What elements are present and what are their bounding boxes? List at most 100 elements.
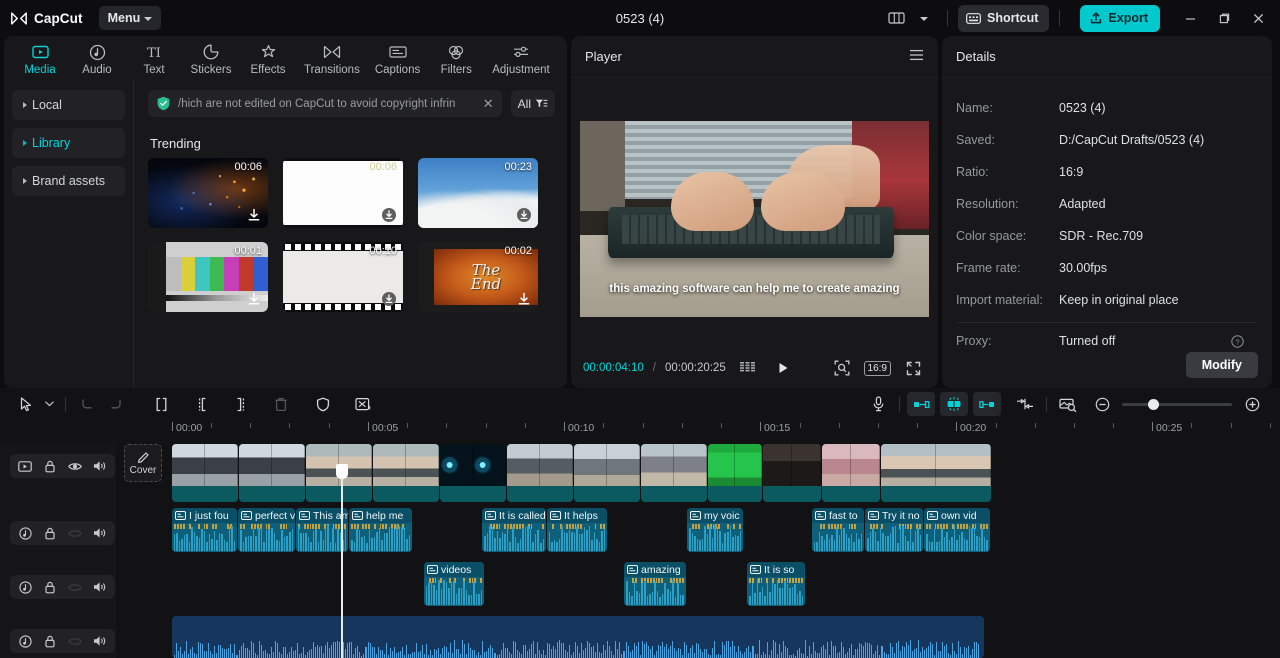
auto-cut-button[interactable] xyxy=(349,392,377,416)
download-icon[interactable] xyxy=(381,207,397,223)
download-icon[interactable] xyxy=(246,207,262,223)
zoom-in-button[interactable] xyxy=(1238,392,1266,416)
eye-icon[interactable] xyxy=(63,577,87,597)
caption-audio-clip[interactable]: own vid xyxy=(924,508,990,552)
search-input[interactable]: /hich are not edited on CapCut to avoid … xyxy=(148,90,502,117)
audio-track-icon[interactable] xyxy=(13,577,37,597)
menu-button[interactable]: Menu xyxy=(98,6,162,30)
select-tool[interactable] xyxy=(12,392,40,416)
tab-transitions[interactable]: Transitions xyxy=(297,41,367,76)
split-button[interactable] xyxy=(147,392,175,416)
timeline-ruler[interactable]: 00:00 00:05 00:10 00:15 00:20 00:25 xyxy=(0,420,1280,442)
cover-button[interactable]: Cover xyxy=(124,444,162,482)
layout-button[interactable] xyxy=(883,5,909,31)
export-button[interactable]: Export xyxy=(1080,4,1160,32)
caption-audio-clip[interactable]: perfect v xyxy=(238,508,295,552)
crop-button[interactable] xyxy=(829,355,855,381)
layout-dropdown[interactable] xyxy=(911,5,937,31)
video-track-icon[interactable] xyxy=(13,456,37,476)
media-card[interactable]: 00:01 xyxy=(148,242,268,312)
video-clip[interactable] xyxy=(763,444,821,502)
auto-beat-button[interactable] xyxy=(940,392,968,416)
mask-button[interactable] xyxy=(309,392,337,416)
select-tool-dropdown[interactable] xyxy=(40,392,58,416)
undo-button[interactable] xyxy=(73,392,101,416)
media-card[interactable]: 00:23 xyxy=(418,158,538,228)
play-button[interactable] xyxy=(770,355,796,381)
shortcut-button[interactable]: Shortcut xyxy=(958,4,1050,32)
ratio-button[interactable]: 16:9 xyxy=(863,360,891,376)
download-icon[interactable] xyxy=(516,291,532,307)
caption-audio-clip[interactable]: It helps xyxy=(547,508,607,552)
lock-icon[interactable] xyxy=(38,631,62,651)
media-card[interactable]: 00:06 xyxy=(148,158,268,228)
filter-all-button[interactable]: All xyxy=(510,90,555,117)
trim-right-button[interactable] xyxy=(227,392,255,416)
download-icon[interactable] xyxy=(381,291,397,307)
player-menu-button[interactable] xyxy=(909,48,924,66)
tab-text[interactable]: TI Text xyxy=(126,41,182,76)
preview-cover-button[interactable] xyxy=(1054,392,1082,416)
lock-icon[interactable] xyxy=(38,577,62,597)
caption-audio-clip[interactable]: I just fou xyxy=(172,508,237,552)
caption-audio-clip[interactable]: Try it no xyxy=(865,508,923,552)
caption-audio-clip[interactable]: help me xyxy=(349,508,412,552)
download-icon[interactable] xyxy=(246,291,262,307)
clear-search-icon[interactable]: ✕ xyxy=(483,96,494,112)
maximize-button[interactable] xyxy=(1208,3,1240,33)
caption-audio-clip[interactable]: fast to xyxy=(812,508,864,552)
media-card[interactable]: 00:06 xyxy=(283,158,403,228)
mix-left-button[interactable] xyxy=(907,392,935,416)
video-clip[interactable] xyxy=(172,444,238,502)
music-clip[interactable] xyxy=(172,616,984,658)
tab-adjustment[interactable]: Adjustment xyxy=(485,41,557,76)
fullscreen-button[interactable] xyxy=(900,355,926,381)
audio-track-icon[interactable] xyxy=(13,631,37,651)
video-clip[interactable] xyxy=(373,444,439,502)
tab-audio[interactable]: Audio xyxy=(69,41,125,76)
playhead[interactable] xyxy=(336,464,348,658)
eye-icon[interactable] xyxy=(63,631,87,651)
video-clip[interactable] xyxy=(641,444,707,502)
caption-audio-clip[interactable]: my voic xyxy=(687,508,743,552)
video-preview[interactable]: this amazing software can help me to cre… xyxy=(580,121,929,317)
tab-captions[interactable]: Captions xyxy=(368,41,427,76)
mix-right-button[interactable] xyxy=(973,392,1001,416)
volume-icon[interactable] xyxy=(88,523,112,543)
sidebar-item-brand-assets[interactable]: Brand assets xyxy=(12,166,125,196)
close-button[interactable] xyxy=(1242,3,1274,33)
tab-effects[interactable]: Effects xyxy=(240,41,296,76)
video-clip[interactable] xyxy=(574,444,640,502)
audio-track-icon[interactable] xyxy=(13,523,37,543)
keyframe-button[interactable] xyxy=(1011,392,1039,416)
video-clip[interactable] xyxy=(881,444,991,502)
eye-icon[interactable] xyxy=(63,523,87,543)
caption-audio-clip[interactable]: videos xyxy=(424,562,484,606)
eye-icon[interactable] xyxy=(63,456,87,476)
frames-button[interactable] xyxy=(735,355,761,381)
redo-button[interactable] xyxy=(101,392,129,416)
delete-button[interactable] xyxy=(267,392,295,416)
video-clip[interactable] xyxy=(440,444,506,502)
volume-icon[interactable] xyxy=(88,631,112,651)
playhead-handle[interactable] xyxy=(336,464,348,479)
zoom-slider[interactable] xyxy=(1122,398,1232,410)
question-icon[interactable]: ? xyxy=(1231,334,1244,348)
volume-icon[interactable] xyxy=(88,577,112,597)
zoom-out-button[interactable] xyxy=(1088,392,1116,416)
tab-media[interactable]: Media xyxy=(12,41,68,76)
tab-stickers[interactable]: Stickers xyxy=(183,41,239,76)
caption-audio-clip[interactable]: It is called xyxy=(482,508,546,552)
video-clip[interactable] xyxy=(507,444,573,502)
sidebar-item-library[interactable]: Library xyxy=(12,128,125,158)
modify-button[interactable]: Modify xyxy=(1185,352,1258,378)
minimize-button[interactable] xyxy=(1174,3,1206,33)
video-clip[interactable] xyxy=(239,444,305,502)
record-voiceover-button[interactable] xyxy=(864,392,892,416)
caption-audio-clip[interactable]: amazing xyxy=(624,562,686,606)
media-card[interactable]: 00:10 xyxy=(283,242,403,312)
video-clip[interactable] xyxy=(822,444,880,502)
caption-audio-clip[interactable]: It is so xyxy=(747,562,805,606)
sidebar-item-local[interactable]: Local xyxy=(12,90,125,120)
trim-left-button[interactable] xyxy=(187,392,215,416)
